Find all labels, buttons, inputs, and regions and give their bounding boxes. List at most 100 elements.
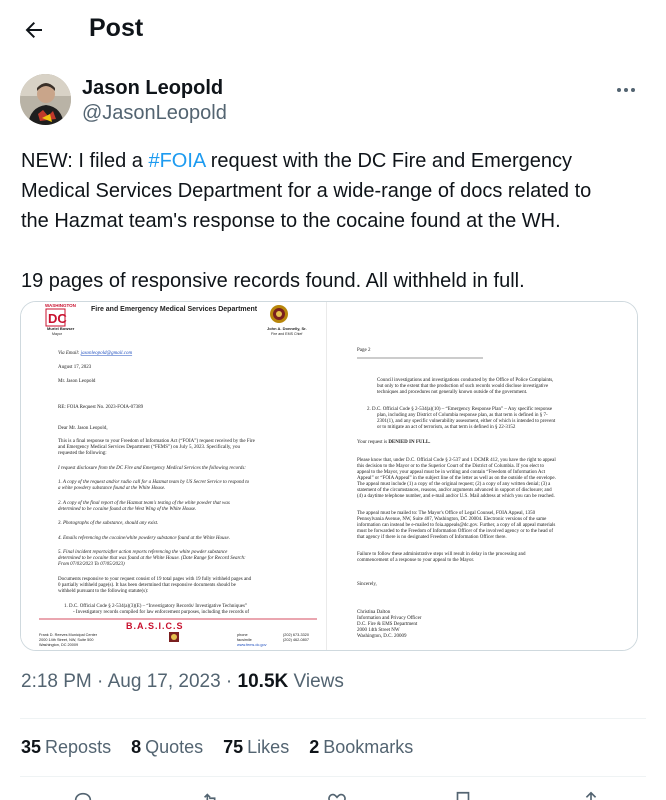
repost-icon[interactable]	[200, 790, 222, 800]
svg-text:Your request is DENIED IN FULL: Your request is DENIED IN FULL.	[357, 440, 431, 445]
footer-phone: (202) 673-3320	[283, 633, 309, 637]
para-line: statement of the circumstances, reasons,…	[357, 488, 552, 493]
separator: ·	[220, 671, 238, 692]
basics-logo: B.A.S.I.C.S	[126, 621, 184, 631]
para-line: 2. D.C. Official Code § 2-534(a)(10) – “…	[367, 406, 553, 412]
post-author: Jason Leopold @JasonLeopold	[20, 74, 646, 128]
page-title: Post	[89, 14, 144, 42]
footer-fax: (202) 462-0807	[283, 638, 309, 642]
footer-phone-label: phone	[237, 633, 248, 637]
reposts-stat[interactable]: 35 Reposts	[21, 737, 111, 758]
para-line: Appeal” or “FOIA Appeal” in the subject …	[357, 475, 556, 481]
avatar[interactable]	[20, 74, 71, 125]
para-line: This is a final response to your Freedom…	[58, 438, 256, 444]
para-line: (4) a daytime telephone number, and e-ma…	[357, 494, 555, 499]
para-line: Pennsylvania Avenue, NW, Suite 407, Wash…	[357, 517, 547, 522]
post-text-segment: NEW: I filed a	[21, 150, 149, 172]
para-line: appeal to the Mayor, your appeal must be…	[357, 469, 546, 475]
para-line: - Investigatory records compiled for law…	[73, 610, 249, 615]
para-line: Documents responsive to your request con…	[58, 577, 252, 582]
quotes-label: Quotes	[145, 737, 204, 757]
para-line: 2. A copy of the final report of the Haz…	[58, 501, 230, 506]
closing: Sincerely,	[357, 582, 377, 587]
para-line: 1. A copy of the request and/or radio ca…	[58, 480, 250, 485]
para-line: techniques and procedures not generally …	[377, 390, 527, 395]
signature-org: D.C. Fire & EMS Department	[357, 622, 418, 627]
views-count: 10.5K	[237, 671, 289, 692]
post-text-line: Medical Services Department for a wide-r…	[21, 180, 592, 202]
para-line: must be forwarded to the Freedom of Info…	[357, 529, 553, 534]
footer-address: Washington, DC 20009	[39, 643, 78, 647]
post-date[interactable]: Aug 17, 2023	[108, 671, 221, 692]
reply-icon[interactable]	[72, 790, 94, 800]
via-email-label: Via Email:	[58, 351, 81, 356]
letter-date: August 17, 2023	[58, 365, 92, 370]
para-line: withheld pursuant to the following statu…	[58, 589, 148, 594]
para-line: determined to be cocaine that was found …	[58, 556, 246, 561]
mayor-title: Mayor	[52, 332, 63, 336]
para-line: 1. D.C. Official Code § 2-534(a)(3)(E) –…	[64, 603, 247, 609]
author-name[interactable]: Jason Leopold	[82, 77, 223, 100]
chief-title: Fire and EMS Chief	[271, 332, 302, 336]
footer-address: 2000 14th Street, NW, Suite 500	[39, 638, 93, 642]
signature-name: Christina Dalton	[357, 610, 391, 615]
para-line: determined to be cocaine found at the We…	[58, 507, 196, 512]
likes-stat[interactable]: 75 Likes	[223, 737, 289, 758]
department-name: Fire and Emergency Medical Services Depa…	[91, 306, 258, 313]
post-metadata: 2:18 PM · Aug 17, 2023 · 10.5K Views	[21, 671, 344, 693]
para-line: From 07/03/2023 To 07/05/2023)	[57, 562, 125, 567]
post-time[interactable]: 2:18 PM	[21, 671, 92, 692]
page-label: Page 2	[357, 348, 371, 353]
denied-text: DENIED IN FULL.	[388, 440, 431, 445]
para-line: 4. Emails referencing the cocaine/white …	[58, 536, 230, 541]
quotes-stat[interactable]: 8 Quotes	[131, 737, 203, 758]
mayor-name: Muriel Bowser	[47, 326, 75, 331]
hashtag-link[interactable]: #FOIA	[148, 150, 205, 172]
para-line: or to mitigate an act of terrorism, as t…	[377, 425, 516, 430]
bookmark-icon[interactable]	[452, 790, 474, 800]
like-icon[interactable]	[326, 790, 348, 800]
attached-image[interactable]: WASHINGTON DC Muriel Bowser Mayor Fire a…	[20, 301, 638, 651]
likes-count: 75	[223, 737, 244, 757]
re-line: RE: FOIA Request No. 2023-FOIA-07389	[58, 405, 144, 410]
back-arrow-icon[interactable]	[18, 14, 50, 46]
views-label: Views	[288, 671, 344, 692]
para-line: Please know that, under D.C. Official Co…	[357, 458, 556, 463]
para-line: this decision to the Mayor or to the Sup…	[357, 464, 545, 469]
doc-top-label: WASHINGTON	[45, 303, 76, 308]
para-line: and Emergency Medical Services Departmen…	[58, 444, 241, 450]
bookmarks-stat[interactable]: 2 Bookmarks	[309, 737, 413, 758]
share-icon[interactable]	[580, 790, 602, 800]
more-options-icon[interactable]	[614, 80, 638, 100]
author-handle[interactable]: @JasonLeopold	[82, 102, 227, 125]
para-line: Council investigations and investigation…	[377, 378, 553, 383]
para-line: 2301(1), and any specific vulnerability …	[377, 419, 556, 424]
reposts-count: 35	[21, 737, 42, 757]
salutation: Dear Mr. Jason Leopold,	[58, 426, 108, 431]
para-line: that agency if there is no designated Fr…	[357, 535, 507, 540]
top-bar: Post	[0, 0, 666, 60]
para-line: but only to the extent that the producti…	[377, 384, 549, 389]
denied-prefix: Your request is	[357, 440, 388, 445]
dc-logo: DC	[48, 311, 67, 326]
engagement-stats: 35 Reposts 8 Quotes 75 Likes 2 Bookmarks	[21, 737, 413, 758]
para-line: requested the following:	[58, 451, 107, 456]
footer-address: Frank D. Reeves Municipal Center	[39, 633, 98, 637]
signature-city: Washington, D.C. 20009	[357, 634, 407, 639]
para-line: a white powdery substance found at the W…	[58, 486, 165, 491]
para-line: Failure to follow these administrative s…	[357, 552, 526, 557]
signature-address: 2000 14th Street NW	[357, 628, 400, 633]
para-line: 0 partially withheld page(s). It has bee…	[58, 583, 237, 588]
para-line: 5. Final incident reports/after action r…	[58, 550, 228, 555]
likes-label: Likes	[247, 737, 290, 757]
post-text-line: 19 pages of responsive records found. Al…	[21, 270, 525, 292]
post-text-line: the Hazmat team's response to the cocain…	[21, 210, 561, 232]
divider	[20, 718, 646, 719]
svg-text:Via Email: jasonleopold@gmail.: Via Email: jasonleopold@gmail.com	[58, 351, 132, 356]
para-line: 3. Photographs of the substance, should …	[58, 521, 158, 526]
signature-title: Information and Privacy Officer	[357, 616, 422, 621]
post-text: NEW: I filed a #FOIA request with the DC…	[21, 146, 651, 296]
para-line: plan, including any District of Columbia…	[377, 413, 548, 418]
para-line: The appeal must be mailed to: The Mayor'…	[357, 511, 536, 516]
footer-web: www.fems.dc.gov	[237, 643, 267, 647]
